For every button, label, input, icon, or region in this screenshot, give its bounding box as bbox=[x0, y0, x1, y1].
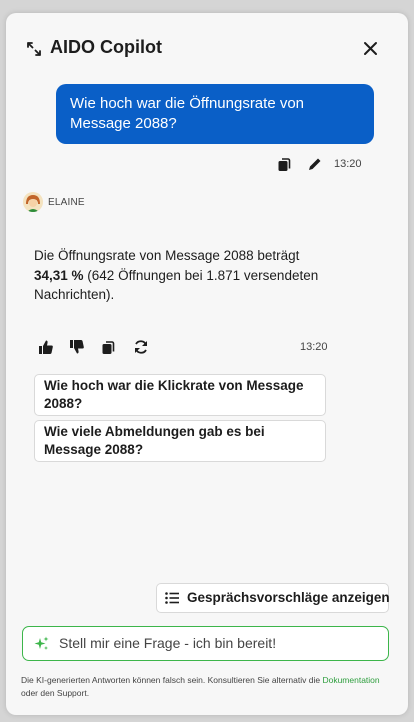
panel-title: AIDO Copilot bbox=[50, 37, 162, 57]
disclaimer-text: Die KI-generierten Antworten können fals… bbox=[21, 675, 323, 685]
thumbs-up-icon[interactable] bbox=[38, 339, 54, 355]
agent-message-meta: 13:20 bbox=[38, 338, 338, 356]
disclaimer: Die KI-generierten Antworten können fals… bbox=[21, 674, 381, 700]
thumbs-down-icon[interactable] bbox=[69, 339, 85, 355]
chat-input[interactable] bbox=[59, 631, 379, 655]
show-suggestions-button[interactable]: Gesprächsvorschläge anzeigen bbox=[156, 583, 390, 613]
agent-avatar bbox=[23, 192, 43, 212]
suggestion-chip-2[interactable]: Wie viele Abmeldungen gab es bei Message… bbox=[34, 420, 326, 462]
user-message-bubble: Wie hoch war die Öffnungsrate von Messag… bbox=[56, 84, 374, 144]
disclaimer-text-end: oder den Support. bbox=[21, 688, 90, 698]
edit-icon[interactable] bbox=[307, 156, 323, 172]
copy-icon[interactable] bbox=[276, 156, 292, 172]
close-icon[interactable] bbox=[363, 41, 378, 56]
show-suggestions-label: Gesprächsvorschläge anzeigen bbox=[187, 590, 390, 605]
copilot-panel: AIDO Copilot Wie hoch war die Öffnungsra… bbox=[6, 13, 408, 715]
answer-text-prefix: Die Öffnungsrate von Message 2088 beträg… bbox=[34, 248, 300, 263]
expand-icon[interactable] bbox=[27, 42, 41, 56]
copy-icon[interactable] bbox=[100, 339, 116, 355]
documentation-link[interactable]: Dokumentation bbox=[322, 675, 379, 685]
agent-message-time: 13:20 bbox=[300, 341, 328, 353]
panel-header: AIDO Copilot bbox=[6, 13, 408, 83]
answer-highlight: 34,31 % bbox=[34, 267, 84, 283]
agent-name: ELAINE bbox=[48, 197, 85, 208]
chat-input-container bbox=[22, 626, 389, 661]
user-message-time: 13:20 bbox=[334, 158, 362, 170]
suggestion-chip-1[interactable]: Wie hoch war die Klickrate von Message 2… bbox=[34, 374, 326, 416]
regenerate-icon[interactable] bbox=[133, 339, 149, 355]
list-icon bbox=[165, 592, 179, 604]
sparkle-icon bbox=[34, 636, 49, 650]
agent-answer: Die Öffnungsrate von Message 2088 beträg… bbox=[34, 246, 334, 305]
